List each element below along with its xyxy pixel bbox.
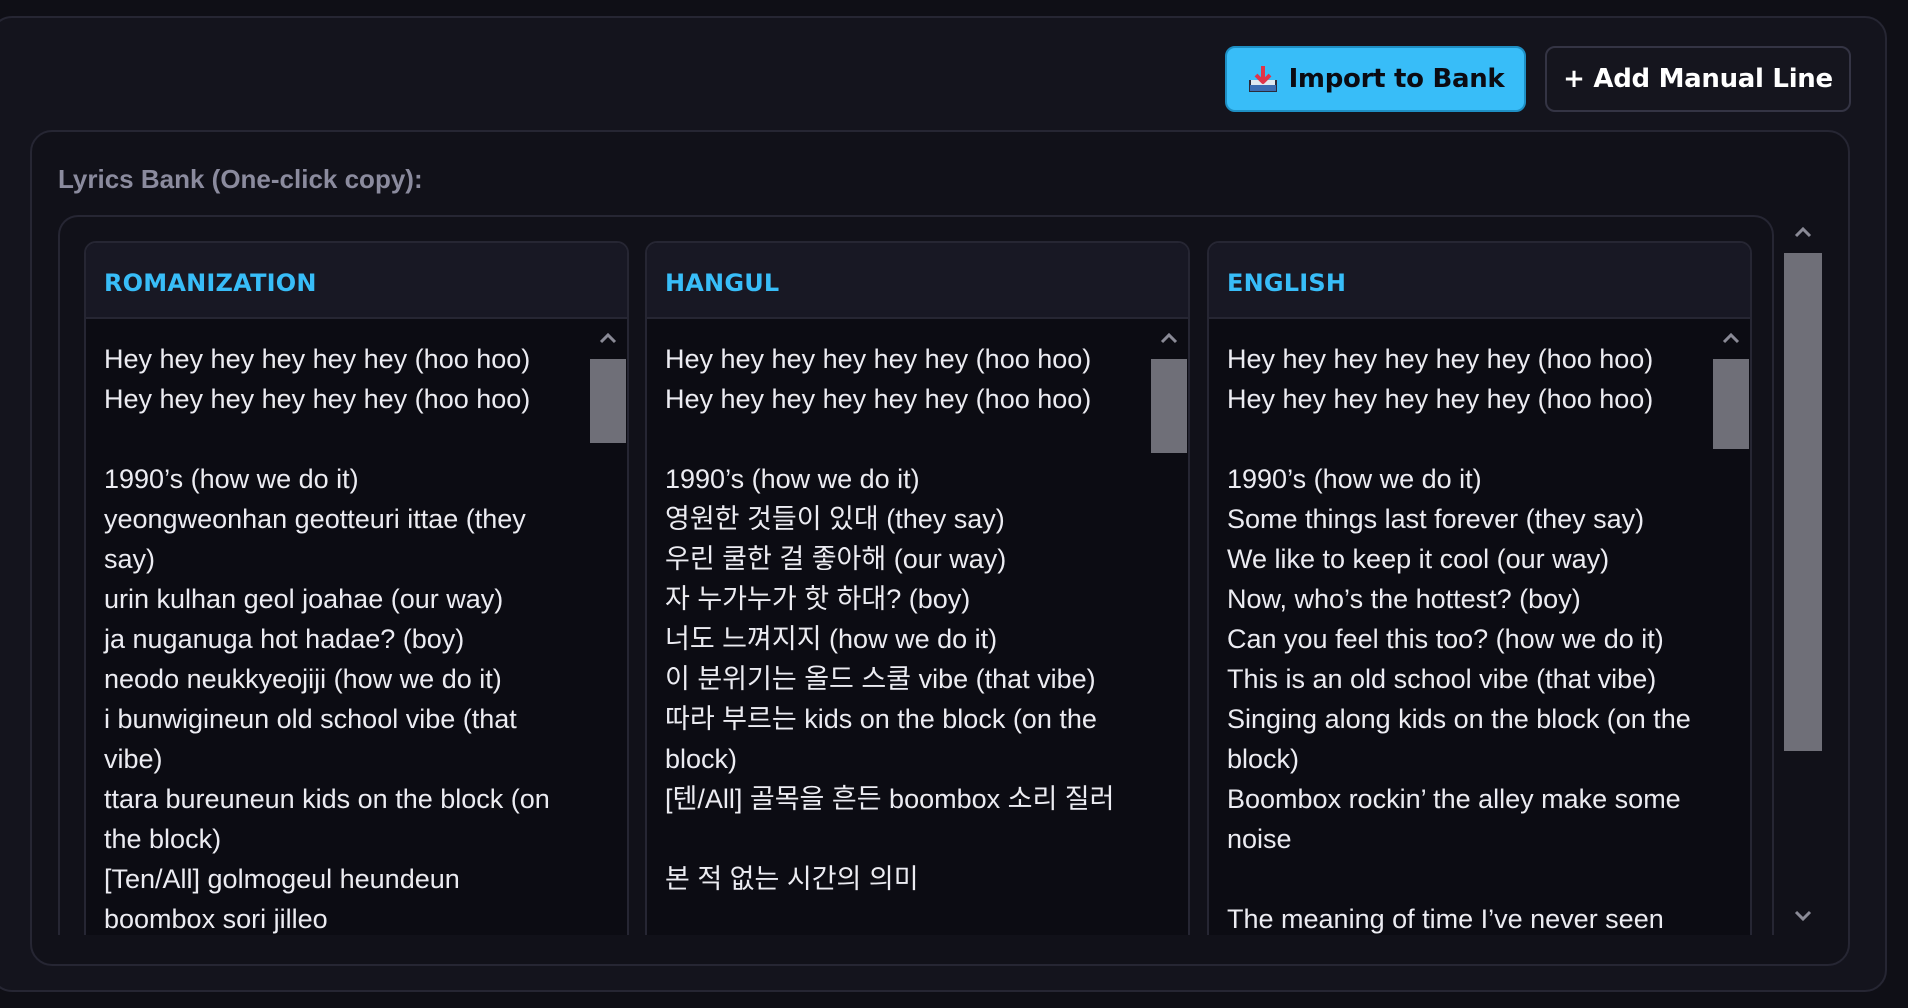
- column-title: ENGLISH: [1227, 269, 1347, 297]
- lyric-line[interactable]: Can you feel this too? (how we do it): [1227, 619, 1700, 659]
- scrollbar-thumb[interactable]: [590, 359, 626, 443]
- lyric-line[interactable]: Boombox rockin’ the alley make some nois…: [1227, 779, 1700, 859]
- lyric-line[interactable]: [104, 419, 577, 459]
- lyric-line[interactable]: 너도 느껴지지 (how we do it): [665, 619, 1138, 659]
- lyric-line[interactable]: Singing along kids on the block (on the …: [1227, 699, 1700, 779]
- lyric-line[interactable]: 본 적 없는 시간의 의미: [665, 859, 1138, 899]
- column-english: ENGLISH Hey hey hey hey hey hey (hoo hoo…: [1207, 241, 1752, 935]
- lyric-line[interactable]: 영원한 것들이 있대 (they say): [665, 499, 1138, 539]
- lyric-line[interactable]: yeongweonhan geotteuri ittae (they say): [104, 499, 577, 579]
- lyric-line[interactable]: [1227, 419, 1700, 459]
- lyric-line[interactable]: urin kulhan geol joahae (our way): [104, 579, 577, 619]
- lyric-line[interactable]: Hey hey hey hey hey hey (hoo hoo): [665, 339, 1138, 379]
- column-title: ROMANIZATION: [104, 269, 317, 297]
- column-scrollbar[interactable]: [1150, 321, 1188, 935]
- lyric-line[interactable]: ja nuganuga hot hadae? (boy): [104, 619, 577, 659]
- lyric-line[interactable]: Hey hey hey hey hey hey (hoo hoo): [1227, 339, 1700, 379]
- lyric-line[interactable]: 이 분위기는 올드 스쿨 vibe (that vibe): [665, 659, 1138, 699]
- lyric-line[interactable]: 1990’s (how we do it): [104, 459, 577, 499]
- lyric-line[interactable]: The meaning of time I’ve never seen: [1227, 899, 1700, 935]
- import-to-bank-button[interactable]: Import to Bank: [1225, 46, 1526, 112]
- add-button-label: + Add Manual Line: [1563, 64, 1833, 94]
- chevron-up-icon[interactable]: [1722, 331, 1740, 345]
- chevron-down-icon[interactable]: [1794, 909, 1812, 923]
- lyric-line[interactable]: 자 누가누가 핫 하대? (boy): [665, 579, 1138, 619]
- column-title: HANGUL: [665, 269, 780, 297]
- lyric-line[interactable]: We like to keep it cool (our way): [1227, 539, 1700, 579]
- scrollbar-thumb[interactable]: [1151, 359, 1187, 453]
- column-hangul: HANGUL Hey hey hey hey hey hey (hoo hoo)…: [645, 241, 1190, 935]
- column-scrollbar[interactable]: [589, 321, 627, 935]
- column-header: HANGUL: [647, 243, 1188, 319]
- lyric-line[interactable]: Hey hey hey hey hey hey (hoo hoo): [104, 379, 577, 419]
- import-button-label: Import to Bank: [1288, 64, 1505, 94]
- column-scrollbar[interactable]: [1712, 321, 1750, 935]
- lyrics-bank-label: Lyrics Bank (One-click copy):: [58, 164, 423, 194]
- lyric-line[interactable]: [텐/All] 골목을 흔든 boombox 소리 질러: [665, 779, 1138, 819]
- lyric-line[interactable]: neodo neukkyeojiji (how we do it): [104, 659, 577, 699]
- lyric-line[interactable]: i bunwigineun old school vibe (that vibe…: [104, 699, 577, 779]
- lyric-line[interactable]: [1227, 859, 1700, 899]
- lyric-line[interactable]: Some things last forever (they say): [1227, 499, 1700, 539]
- inbox-download-icon: [1248, 66, 1277, 92]
- lyric-line[interactable]: ttara bureuneun kids on the block (on th…: [104, 779, 577, 859]
- column-header: ROMANIZATION: [86, 243, 627, 319]
- column-body[interactable]: Hey hey hey hey hey hey (hoo hoo) Hey hey…: [86, 319, 627, 935]
- lyric-line[interactable]: [665, 419, 1138, 459]
- lyric-line[interactable]: [665, 819, 1138, 859]
- lyric-line[interactable]: 따라 부르는 kids on the block (on the block): [665, 699, 1138, 779]
- lyric-line[interactable]: 우린 쿨한 걸 좋아해 (our way): [665, 539, 1138, 579]
- scrollbar-thumb[interactable]: [1713, 359, 1749, 449]
- lyric-line[interactable]: Now, who’s the hottest? (boy): [1227, 579, 1700, 619]
- chevron-up-icon[interactable]: [1160, 331, 1178, 345]
- lyric-line[interactable]: Hey hey hey hey hey hey (hoo hoo): [104, 339, 577, 379]
- bank-scrollbar[interactable]: [1784, 215, 1822, 935]
- add-manual-line-button[interactable]: + Add Manual Line: [1545, 46, 1851, 112]
- chevron-up-icon[interactable]: [1794, 225, 1812, 239]
- scrollbar-thumb[interactable]: [1784, 253, 1822, 751]
- chevron-up-icon[interactable]: [599, 331, 617, 345]
- column-body[interactable]: Hey hey hey hey hey hey (hoo hoo) Hey hey…: [647, 319, 1188, 899]
- lyric-line[interactable]: Hey hey hey hey hey hey (hoo hoo): [1227, 379, 1700, 419]
- column-romanization: ROMANIZATION Hey hey hey hey hey hey (ho…: [84, 241, 629, 935]
- columns-scroll-area[interactable]: ROMANIZATION Hey hey hey hey hey hey (ho…: [58, 215, 1774, 935]
- lyric-line[interactable]: This is an old school vibe (that vibe): [1227, 659, 1700, 699]
- lyric-line[interactable]: 1990’s (how we do it): [1227, 459, 1700, 499]
- column-body[interactable]: Hey hey hey hey hey hey (hoo hoo) Hey hey…: [1209, 319, 1750, 935]
- lyric-line[interactable]: [Ten/All] golmogeul heundeun boombox sor…: [104, 859, 577, 935]
- column-header: ENGLISH: [1209, 243, 1750, 319]
- lyric-line[interactable]: Hey hey hey hey hey hey (hoo hoo): [665, 379, 1138, 419]
- lyric-line[interactable]: 1990’s (how we do it): [665, 459, 1138, 499]
